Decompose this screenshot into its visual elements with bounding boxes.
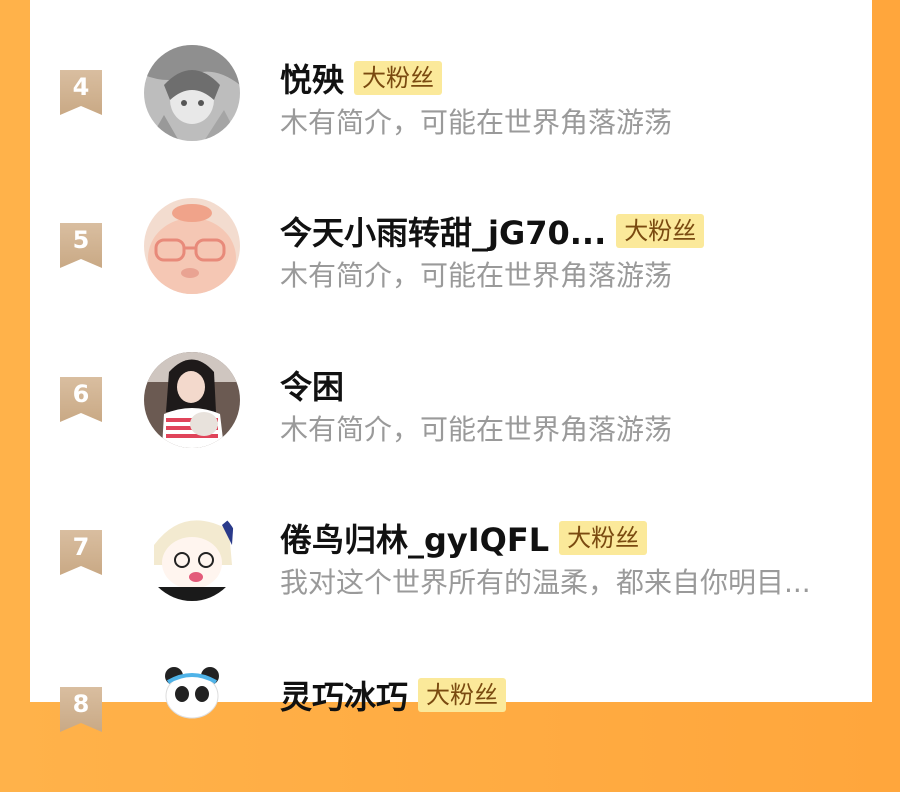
- avatar[interactable]: [144, 45, 240, 141]
- avatar-girl-cat-icon: [144, 352, 240, 448]
- username[interactable]: 令困: [280, 362, 344, 408]
- list-item[interactable]: 8 灵巧冰巧 大粉丝: [30, 662, 872, 792]
- name-line: 令困: [280, 362, 344, 408]
- bio-text: 木有简介，可能在世界角落游荡: [280, 106, 673, 139]
- rank-number: 8: [72, 690, 90, 718]
- rank-number: 4: [72, 73, 90, 101]
- avatar-panda-icon: [165, 667, 219, 719]
- status-badge: 大粉丝: [616, 214, 705, 248]
- username[interactable]: 倦鸟归林_gyIQFL: [280, 515, 549, 561]
- avatar-pig-glasses-icon: [144, 198, 240, 294]
- username[interactable]: 灵巧冰巧: [280, 672, 408, 718]
- status-badge: 大粉丝: [559, 521, 648, 555]
- avatar[interactable]: [144, 505, 240, 601]
- username[interactable]: 悦殃: [280, 55, 344, 101]
- status-badge: 大粉丝: [354, 61, 443, 95]
- avatar[interactable]: [144, 662, 240, 758]
- rank-ribbon: 6: [60, 377, 102, 422]
- name-line: 今天小雨转甜_jG70... 大粉丝: [280, 208, 705, 254]
- avatar[interactable]: [144, 198, 240, 294]
- name-line: 悦殃 大粉丝: [280, 55, 443, 101]
- list-item[interactable]: 7 倦鸟归林_gyIQFL 大粉丝 我对这个世界所有的温柔，都来自你明目...: [30, 505, 872, 635]
- rank-ribbon: 5: [60, 223, 102, 268]
- name-line: 灵巧冰巧 大粉丝: [280, 672, 507, 718]
- username[interactable]: 今天小雨转甜_jG70...: [280, 208, 606, 254]
- rank-number: 6: [72, 380, 90, 408]
- rank-number: 7: [72, 533, 90, 561]
- list-item[interactable]: 5 今天小雨转甜_jG70... 大粉丝 木有简介，可能在世界角落游荡: [30, 198, 872, 328]
- avatar[interactable]: [144, 352, 240, 448]
- list-item[interactable]: 6 令困 木有简介，可能在世界角落游荡: [30, 352, 872, 482]
- bio-text: 我对这个世界所有的温柔，都来自你明目...: [280, 566, 811, 599]
- rank-ribbon: 4: [60, 70, 102, 115]
- rank-ribbon: 7: [60, 530, 102, 575]
- bio-text: 木有简介，可能在世界角落游荡: [280, 259, 673, 292]
- avatar-sketch-girl-icon: [144, 45, 240, 141]
- avatar-anime-character-icon: [144, 505, 240, 601]
- bio-text: 木有简介，可能在世界角落游荡: [280, 413, 673, 446]
- rank-number: 5: [72, 226, 90, 254]
- list-item[interactable]: 4 悦殃 大粉丝 木有简介，可能在世界角落游荡: [30, 45, 872, 175]
- status-badge: 大粉丝: [418, 678, 507, 712]
- name-line: 倦鸟归林_gyIQFL 大粉丝: [280, 515, 648, 561]
- rank-ribbon: 8: [60, 687, 102, 732]
- fan-list-card: 4 悦殃 大粉丝 木有简介，可能在世界角落游荡 5 今天小雨转甜_jG70...…: [30, 0, 872, 732]
